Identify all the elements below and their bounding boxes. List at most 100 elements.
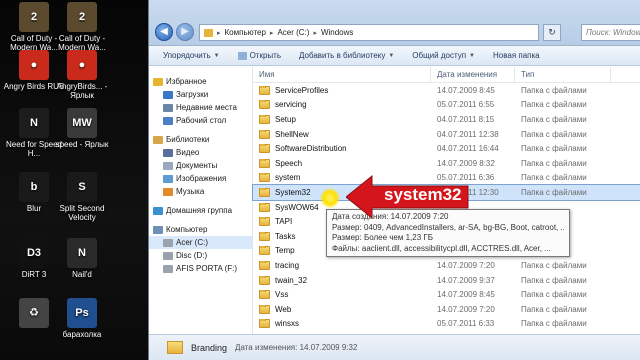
breadcrumb-windows[interactable]: Windows bbox=[321, 28, 353, 37]
desktop-shortcut[interactable]: S Split Second Velocity bbox=[50, 172, 114, 222]
folder-icon bbox=[259, 187, 270, 197]
desktop-shortcut[interactable]: Ps барахолка bbox=[50, 298, 114, 339]
file-type: Папка с файлами bbox=[521, 260, 587, 270]
column-type[interactable]: Тип bbox=[515, 67, 611, 82]
file-row[interactable]: twain_32 14.07.2009 9:37 Папка с файлами bbox=[253, 273, 640, 288]
file-row[interactable]: Setup 04.07.2011 8:15 Папка с файлами bbox=[253, 112, 640, 127]
command-bar: Упорядочить ▼ Открыть Добавить в библиоте… bbox=[149, 46, 640, 66]
add-to-library-button[interactable]: Добавить в библиотеку ▼ bbox=[299, 51, 394, 60]
nav-item[interactable]: Видео bbox=[149, 146, 252, 159]
details-date: Дата изменения: 14.07.2009 9:32 bbox=[235, 343, 358, 352]
folder-icon bbox=[259, 85, 270, 95]
column-name[interactable]: Имя bbox=[253, 67, 431, 82]
open-button[interactable]: Открыть bbox=[237, 51, 281, 60]
chevron-right-icon: ▸ bbox=[269, 29, 274, 37]
folder-icon bbox=[259, 202, 270, 212]
folder-icon bbox=[167, 341, 183, 354]
angry-birds-icon: ● bbox=[67, 50, 97, 80]
breadcrumb-computer[interactable]: Компьютер bbox=[225, 28, 266, 37]
search-input[interactable]: Поиск: Windows bbox=[581, 24, 640, 41]
desktop-shortcut-label: Split Second Velocity bbox=[59, 204, 105, 222]
tooltip-line: Размер: 0409, AdvancedInstallers, ar-SA,… bbox=[332, 222, 564, 232]
call-of-duty-icon: 2 bbox=[67, 2, 97, 32]
file-type: Папка с файлами bbox=[521, 319, 587, 329]
file-row[interactable]: SoftwareDistribution 04.07.2011 16:44 Папк… bbox=[253, 141, 640, 156]
new-folder-button[interactable]: Новая папка bbox=[493, 51, 540, 60]
address-bar[interactable]: ▸ Компьютер ▸ Acer (C:) ▸ Windows bbox=[199, 24, 539, 41]
desktop-shortcut[interactable]: N Nail'd bbox=[50, 238, 114, 279]
file-row[interactable]: Web 14.07.2009 7:20 Папка с файлами bbox=[253, 302, 640, 317]
drive-c-icon bbox=[163, 238, 173, 247]
nav-item[interactable]: Компьютер bbox=[149, 223, 252, 236]
drive-f-icon bbox=[163, 264, 173, 273]
nav-item[interactable]: Документы bbox=[149, 159, 252, 172]
dropdown-caret-icon: ▼ bbox=[213, 52, 220, 59]
nav-item[interactable]: Музыка bbox=[149, 185, 252, 198]
nav-item[interactable]: Disc (D:) bbox=[149, 249, 252, 262]
nav-item[interactable]: Изображения bbox=[149, 172, 252, 185]
file-name-cell: servicing bbox=[253, 100, 431, 110]
desktop-shortcut[interactable]: MW speed - Ярлык bbox=[50, 108, 114, 149]
file-row[interactable]: Speech 14.07.2009 8:32 Папка с файлами bbox=[253, 156, 640, 171]
nav-item-label: Музыка bbox=[176, 187, 205, 196]
file-type: Папка с файлами bbox=[521, 304, 587, 314]
column-date[interactable]: Дата изменения bbox=[431, 67, 515, 82]
nav-item-label: Видео bbox=[176, 148, 200, 157]
recycle-bin-icon: ♻ bbox=[19, 298, 49, 328]
folder-icon bbox=[259, 100, 270, 110]
folder-icon bbox=[259, 114, 270, 124]
file-name: Tasks bbox=[275, 231, 296, 241]
file-name-cell: ServiceProfiles bbox=[253, 85, 431, 95]
share-button[interactable]: Общий доступ ▼ bbox=[412, 51, 475, 60]
dropdown-caret-icon: ▼ bbox=[469, 52, 475, 59]
nav-item-label: Disc (D:) bbox=[176, 251, 208, 260]
file-name: twain_32 bbox=[275, 275, 308, 285]
breadcrumb-drive[interactable]: Acer (C:) bbox=[277, 28, 309, 37]
folder-icon bbox=[204, 28, 213, 37]
folder-icon bbox=[259, 319, 270, 329]
documents-icon bbox=[163, 161, 173, 170]
folder-icon bbox=[259, 217, 270, 227]
nav-item[interactable]: Загрузки bbox=[149, 88, 252, 101]
desktop-shortcut[interactable]: ● AngryBirds... - Ярлык bbox=[50, 50, 114, 100]
desktop-shortcut[interactable]: 2 Call of Duty - Modern Wa... bbox=[50, 2, 114, 52]
nav-item[interactable]: Рабочий стол bbox=[149, 114, 252, 127]
navigation-pane: Избранное Загрузки Недавние места Рабочий с… bbox=[149, 67, 253, 334]
recent-places-icon bbox=[163, 103, 173, 112]
need-for-speed-icon: N bbox=[19, 108, 49, 138]
dropdown-caret-icon: ▼ bbox=[388, 52, 395, 59]
forward-button-icon[interactable]: ▶ bbox=[176, 23, 194, 41]
file-row[interactable]: tracing 14.07.2009 7:20 Папка с файлами bbox=[253, 258, 640, 273]
file-name: tracing bbox=[275, 260, 300, 270]
nav-item[interactable]: Избранное bbox=[149, 75, 252, 88]
file-row[interactable]: ShellNew 04.07.2011 12:38 Папка с файлами bbox=[253, 127, 640, 142]
file-row[interactable]: winsxs 05.07.2011 6:33 Папка с файлами bbox=[253, 317, 640, 332]
open-icon bbox=[237, 51, 247, 60]
file-date: 14.07.2009 8:45 bbox=[437, 85, 495, 95]
nav-item[interactable]: Acer (C:) bbox=[149, 236, 252, 249]
file-name-cell: tracing bbox=[253, 260, 431, 270]
cursor-highlight-icon bbox=[320, 188, 340, 208]
computer-icon bbox=[153, 225, 163, 234]
nav-item[interactable]: AFIS PORTA (F:) bbox=[149, 262, 252, 275]
file-row[interactable]: servicing 05.07.2011 6:55 Папка с файлами bbox=[253, 98, 640, 113]
add-to-library-label: Добавить в библиотеку bbox=[298, 51, 386, 60]
file-name: TAPI bbox=[275, 217, 293, 227]
file-row[interactable]: Vss 14.07.2009 8:45 Папка с файлами bbox=[253, 287, 640, 302]
file-date: 05.07.2011 6:55 bbox=[437, 100, 495, 110]
file-type: Папка с файлами bbox=[521, 290, 587, 300]
chevron-right-icon: ▸ bbox=[217, 29, 221, 37]
nav-item[interactable]: Недавние места bbox=[149, 101, 252, 114]
file-name: ShellNew bbox=[275, 129, 309, 139]
nav-item[interactable]: Домашняя группа bbox=[149, 204, 252, 217]
back-button-icon[interactable]: ◀ bbox=[155, 23, 173, 41]
nav-item[interactable]: Библиотеки bbox=[149, 133, 252, 146]
organize-button[interactable]: Упорядочить ▼ bbox=[163, 51, 220, 60]
folder-icon bbox=[259, 158, 270, 168]
refresh-icon[interactable]: ↻ bbox=[543, 24, 561, 41]
file-type: Папка с файлами bbox=[521, 275, 587, 285]
nav-item-label: Домашняя группа bbox=[166, 206, 233, 215]
file-date: 04.07.2011 12:38 bbox=[437, 129, 499, 139]
file-row[interactable]: ServiceProfiles 14.07.2009 8:45 Папка с фа… bbox=[253, 83, 640, 98]
desktop: 2 Call of Duty - Modern Wa... 2 Call of Dut… bbox=[0, 0, 150, 360]
